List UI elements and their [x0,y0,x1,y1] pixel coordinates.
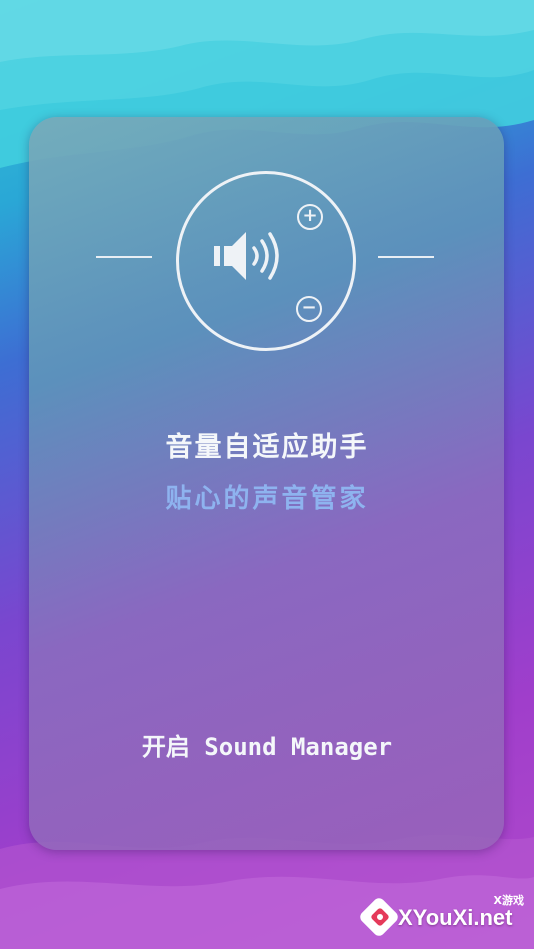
volume-speaker-icon [214,232,279,280]
left-divider-line [96,256,152,258]
app-title: 音量自适应助手 [165,432,369,463]
start-sound-manager-button[interactable]: 开启 Sound Manager [100,725,434,769]
volume-down-button[interactable]: − [296,296,322,322]
volume-up-button[interactable]: + [297,204,323,230]
right-divider-line [378,256,434,258]
plus-icon: + [302,205,318,226]
app-subtitle: 贴心的声音管家 [165,484,369,514]
minus-icon: − [301,297,317,318]
watermark-site-text: XYouXi.net [398,905,513,930]
gamepad-logo-icon [360,898,398,936]
